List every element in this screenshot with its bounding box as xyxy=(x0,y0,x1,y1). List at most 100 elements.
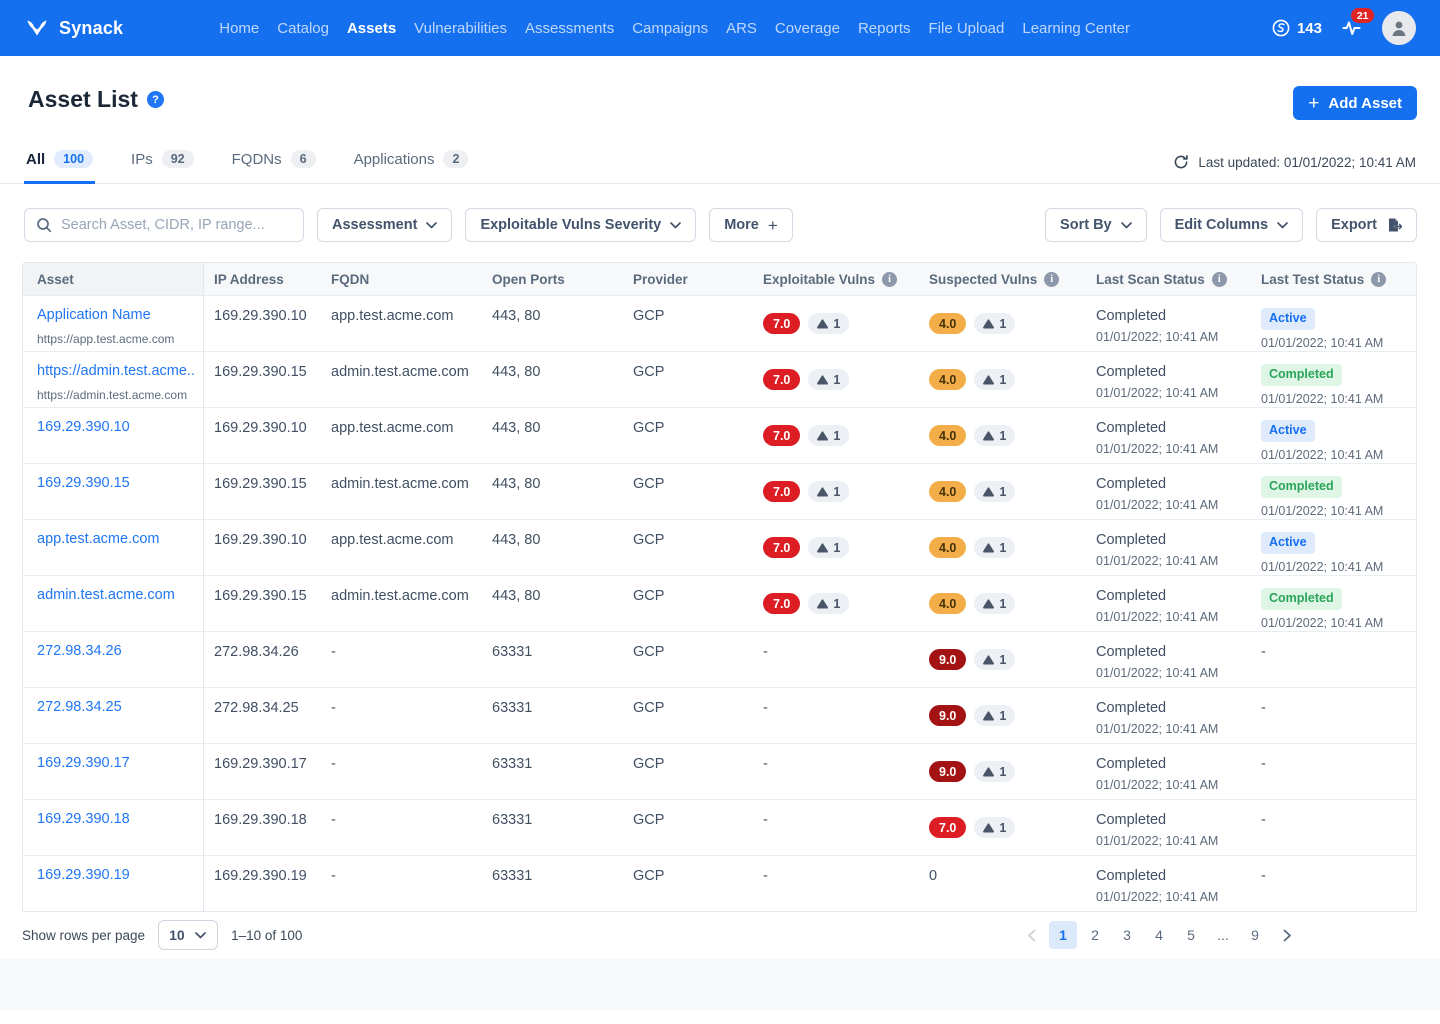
nav-item-learning-center[interactable]: Learning Center xyxy=(1022,20,1130,37)
page-button-9[interactable]: 9 xyxy=(1241,921,1269,949)
asset-link[interactable]: 272.98.34.26 xyxy=(37,643,122,659)
assessment-dropdown[interactable]: Assessment xyxy=(317,208,452,242)
severity-badge: 7.0 xyxy=(929,817,966,838)
edit-columns-dropdown[interactable]: Edit Columns xyxy=(1160,208,1303,242)
asset-link[interactable]: 272.98.34.25 xyxy=(37,699,122,715)
column-header-asset: Asset xyxy=(23,263,204,295)
cell-asset: 169.29.390.10 xyxy=(23,408,204,463)
alerts-button[interactable]: 21 xyxy=(1342,19,1362,37)
asset-link[interactable]: 169.29.390.19 xyxy=(37,867,130,883)
page-header: Asset List ? + Add Asset xyxy=(0,56,1440,120)
rows-per-page-select[interactable]: 10 xyxy=(158,920,218,950)
sort-by-dropdown[interactable]: Sort By xyxy=(1045,208,1147,242)
table-body: Application Name https://app.test.acme.c… xyxy=(23,295,1416,911)
page-button-1[interactable]: 1 xyxy=(1049,921,1077,949)
severity-badge: 4.0 xyxy=(929,369,966,390)
nav-item-ars[interactable]: ARS xyxy=(726,20,757,37)
severity-badge: 9.0 xyxy=(929,649,966,670)
export-button[interactable]: Export xyxy=(1316,208,1417,242)
table-row: 272.98.34.26 272.98.34.26 - 63331 GCP - … xyxy=(23,631,1416,687)
nav-item-assessments[interactable]: Assessments xyxy=(525,20,614,37)
brand-name: Synack xyxy=(59,18,123,39)
refresh-icon[interactable] xyxy=(1173,154,1189,170)
cell-fqdn: - xyxy=(321,856,482,911)
more-filters-button[interactable]: More + xyxy=(709,208,793,242)
nav-item-file-upload[interactable]: File Upload xyxy=(929,20,1005,37)
cell-asset: 169.29.390.17 xyxy=(23,744,204,799)
cell-last-scan-status: Completed 01/01/2022; 10:41 AM xyxy=(1086,576,1251,631)
column-header-last-test-status: Last Test Status i xyxy=(1251,263,1417,295)
cell-ip-address: 169.29.390.19 xyxy=(204,856,321,911)
cell-open-ports: 63331 xyxy=(482,688,623,743)
nav-item-campaigns[interactable]: Campaigns xyxy=(632,20,708,37)
cell-suspected-vulns: 4.0 1 xyxy=(919,296,1086,351)
cell-suspected-vulns: 0 xyxy=(919,856,1086,911)
tabs: All 100 IPs 92 FQDNs 6 Applications 2 xyxy=(24,150,470,183)
scan-status: Completed xyxy=(1096,420,1241,436)
info-icon[interactable]: i xyxy=(1212,272,1227,287)
credits-indicator[interactable]: 143 xyxy=(1272,19,1322,37)
asset-link[interactable]: app.test.acme.com xyxy=(37,531,160,547)
cell-asset: 169.29.390.19 xyxy=(23,856,204,911)
page-button-5[interactable]: 5 xyxy=(1177,921,1205,949)
cell-last-scan-status: Completed 01/01/2022; 10:41 AM xyxy=(1086,632,1251,687)
page-title: Asset List xyxy=(28,86,138,113)
vuln-count-pill: 1 xyxy=(974,593,1015,614)
page-button-4[interactable]: 4 xyxy=(1145,921,1173,949)
info-icon[interactable]: i xyxy=(882,272,897,287)
asset-link[interactable]: Application Name xyxy=(37,307,151,323)
tab-applications[interactable]: Applications 2 xyxy=(352,150,471,184)
add-asset-button[interactable]: + Add Asset xyxy=(1293,86,1417,120)
nav-item-home[interactable]: Home xyxy=(219,20,259,37)
severity-badge: 7.0 xyxy=(763,537,800,558)
plus-icon: + xyxy=(1308,94,1319,113)
prev-page-button[interactable] xyxy=(1017,921,1045,949)
tab-label: FQDNs xyxy=(232,151,282,168)
vuln-count-pill: 1 xyxy=(974,761,1015,782)
nav-item-vulnerabilities[interactable]: Vulnerabilities xyxy=(414,20,507,37)
scan-status: Completed xyxy=(1096,532,1241,548)
tab-all[interactable]: All 100 xyxy=(24,150,95,184)
table-row: https://admin.test.acme.. https://admin.… xyxy=(23,351,1416,407)
brand-logo[interactable]: Synack xyxy=(24,16,123,40)
cell-last-test-status: Active 01/01/2022; 10:41 AM xyxy=(1251,408,1417,463)
cell-suspected-vulns: 9.0 1 xyxy=(919,632,1086,687)
avatar[interactable] xyxy=(1382,11,1416,45)
nav-item-assets[interactable]: Assets xyxy=(347,20,396,37)
bottom-strip xyxy=(0,959,1440,1010)
tab-fqdns[interactable]: FQDNs 6 xyxy=(230,150,318,184)
column-header-provider: Provider xyxy=(623,263,753,295)
tab-ips[interactable]: IPs 92 xyxy=(129,150,196,184)
nav-item-coverage[interactable]: Coverage xyxy=(775,20,840,37)
help-icon[interactable]: ? xyxy=(147,91,164,108)
severity-badge: 4.0 xyxy=(929,593,966,614)
info-icon[interactable]: i xyxy=(1371,272,1386,287)
cell-last-test-status: Completed 01/01/2022; 10:41 AM xyxy=(1251,464,1417,519)
nav-item-catalog[interactable]: Catalog xyxy=(277,20,329,37)
nav-item-reports[interactable]: Reports xyxy=(858,20,911,37)
cell-suspected-vulns: 9.0 1 xyxy=(919,688,1086,743)
page-button-3[interactable]: 3 xyxy=(1113,921,1141,949)
info-icon[interactable]: i xyxy=(1044,272,1059,287)
file-export-icon xyxy=(1386,217,1402,233)
cell-open-ports: 63331 xyxy=(482,856,623,911)
next-page-button[interactable] xyxy=(1273,921,1301,949)
cell-ip-address: 169.29.390.18 xyxy=(204,800,321,855)
cell-ip-address: 169.29.390.15 xyxy=(204,576,321,631)
cell-provider: GCP xyxy=(623,800,753,855)
asset-link[interactable]: 169.29.390.18 xyxy=(37,811,130,827)
severity-dropdown[interactable]: Exploitable Vulns Severity xyxy=(465,208,696,242)
last-updated-text: Last updated: 01/01/2022; 10:41 AM xyxy=(1198,155,1416,170)
asset-link[interactable]: 169.29.390.15 xyxy=(37,475,130,491)
cell-provider: GCP xyxy=(623,744,753,799)
asset-link[interactable]: https://admin.test.acme.. xyxy=(37,363,195,379)
page-button-2[interactable]: 2 xyxy=(1081,921,1109,949)
cell-fqdn: app.test.acme.com xyxy=(321,296,482,351)
edit-columns-label: Edit Columns xyxy=(1175,217,1268,233)
asset-link[interactable]: 169.29.390.17 xyxy=(37,755,130,771)
cell-open-ports: 443, 80 xyxy=(482,576,623,631)
search-input[interactable] xyxy=(61,217,292,233)
asset-link[interactable]: admin.test.acme.com xyxy=(37,587,175,603)
asset-link[interactable]: 169.29.390.10 xyxy=(37,419,130,435)
cell-last-test-status: Completed 01/01/2022; 10:41 AM xyxy=(1251,352,1417,407)
